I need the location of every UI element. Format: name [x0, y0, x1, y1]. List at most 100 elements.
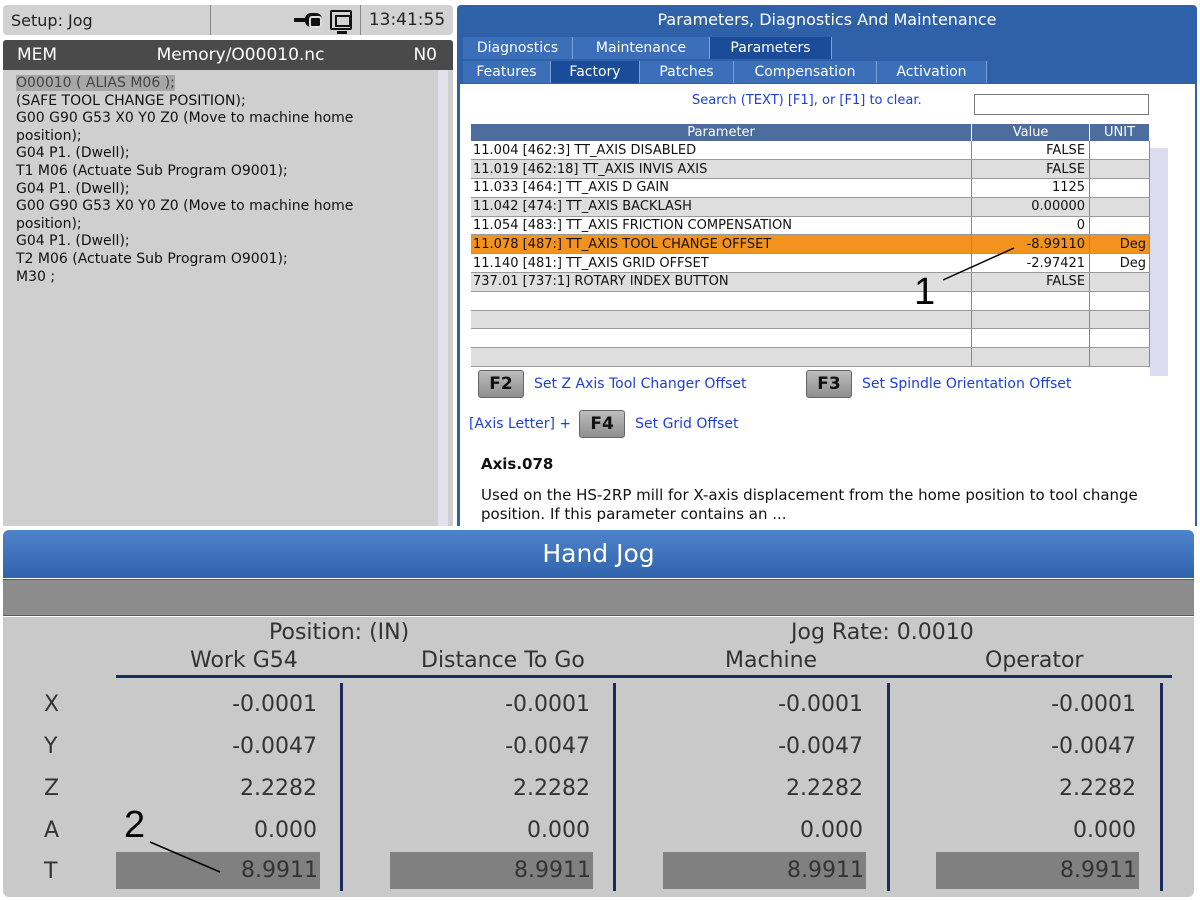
- program-line[interactable]: G04 P1. (Dwell);: [16, 181, 426, 199]
- program-line[interactable]: M30 ;: [16, 269, 426, 287]
- table-row[interactable]: 11.140 [481:] TT_AXIS GRID OFFSET -2.9742…: [471, 253, 1150, 274]
- y-operator: -0.0047: [1051, 734, 1136, 759]
- f3-button[interactable]: F3: [806, 370, 852, 398]
- a-machine: 0.000: [800, 818, 863, 843]
- program-line[interactable]: (SAFE TOOL CHANGE POSITION);: [16, 93, 426, 111]
- parameter-content: Search (TEXT) [F1], or [F1] to clear. Pa…: [460, 84, 1195, 526]
- table-row[interactable]: 737.01 [737:1] ROTARY INDEX BUTTON FALSE: [471, 272, 1150, 292]
- column-header-parameter: Parameter: [471, 124, 973, 141]
- f4-button[interactable]: F4: [579, 410, 626, 438]
- program-line[interactable]: G04 P1. (Dwell);: [16, 233, 426, 251]
- parameters-panel: Parameters, Diagnostics And Maintenance …: [457, 5, 1197, 526]
- a-operator: 0.000: [1073, 818, 1136, 843]
- param-unit: [1089, 197, 1150, 217]
- table-scrollbar[interactable]: [1150, 148, 1168, 376]
- param-name: [471, 291, 973, 311]
- tab-features[interactable]: Features: [463, 61, 551, 83]
- a-distance: 0.000: [527, 818, 590, 843]
- param-unit: [1089, 328, 1150, 349]
- z-operator: 2.2282: [1059, 776, 1136, 801]
- table-row-empty[interactable]: [471, 291, 1150, 311]
- tab-patches[interactable]: Patches: [640, 61, 734, 83]
- callout-2: 2: [124, 804, 146, 846]
- y-work: -0.0047: [232, 734, 317, 759]
- param-unit: [1089, 178, 1150, 198]
- program-scrollbar[interactable]: [438, 70, 448, 526]
- a-work: 0.000: [254, 818, 317, 843]
- hand-jog-bar: [3, 579, 1194, 616]
- program-line[interactable]: position);: [16, 216, 426, 234]
- param-unit: [1089, 272, 1150, 292]
- tab-diagnostics[interactable]: Diagnostics: [463, 37, 573, 59]
- f4-prefix: [Axis Letter] +: [469, 416, 572, 432]
- sub-tabs: Features Factory Patches Compensation Ac…: [463, 61, 987, 83]
- program-editor[interactable]: O00010 ( ALIAS M06 ); (SAFE TOOL CHANGE …: [3, 70, 453, 526]
- program-line[interactable]: G00 G90 G53 X0 Y0 Z0 (Move to machine ho…: [16, 198, 426, 216]
- program-line[interactable]: G00 G90 G53 X0 Y0 Z0 (Move to machine ho…: [16, 110, 426, 128]
- description-title: Axis.078: [481, 455, 554, 473]
- param-unit: Deg: [1089, 234, 1150, 255]
- program-line[interactable]: T2 M06 (Actuate Sub Program O9001);: [16, 251, 426, 269]
- tab-parameters[interactable]: Parameters: [710, 37, 832, 59]
- program-mode: MEM: [17, 45, 58, 65]
- param-value: [971, 328, 1091, 349]
- param-name: 11.004 [462:3] TT_AXIS DISABLED: [471, 141, 973, 161]
- table-row[interactable]: 11.054 [483:] TT_AXIS FRICTION COMPENSAT…: [471, 216, 1150, 236]
- table-row-empty[interactable]: [471, 347, 1150, 368]
- parameter-table: Parameter Value UNIT 11.004 [462:3] TT_A…: [471, 124, 1150, 368]
- program-line-current[interactable]: O00010 ( ALIAS M06 );: [16, 75, 175, 91]
- tab-compensation[interactable]: Compensation: [734, 61, 877, 83]
- param-name: [471, 310, 973, 330]
- param-value: FALSE: [971, 272, 1091, 292]
- f2-label: Set Z Axis Tool Changer Offset: [534, 376, 747, 392]
- param-value: -8.99110: [971, 234, 1091, 255]
- tab-factory[interactable]: Factory: [551, 61, 640, 83]
- t-machine: 8.9911: [663, 852, 866, 889]
- param-name: [471, 328, 973, 349]
- param-unit: [1089, 159, 1150, 180]
- param-unit: [1089, 347, 1150, 368]
- search-input[interactable]: [974, 94, 1149, 115]
- param-name: 11.042 [474:] TT_AXIS BACKLASH: [471, 197, 973, 217]
- program-line[interactable]: O00010 ( ALIAS M06 );: [16, 75, 426, 93]
- f3-label: Set Spindle Orientation Offset: [862, 376, 1072, 392]
- t-operator: 8.9911: [936, 852, 1139, 889]
- y-distance: -0.0047: [505, 734, 590, 759]
- control-screen: Setup: Jog 13:41:55 MEM Memory/O00010.nc…: [0, 0, 1200, 900]
- x-machine: -0.0001: [778, 692, 863, 717]
- axis-label-y: Y: [44, 734, 58, 759]
- tab-activation[interactable]: Activation: [877, 61, 987, 83]
- table-row-empty[interactable]: [471, 310, 1150, 330]
- program-line[interactable]: position);: [16, 128, 426, 146]
- column-header-operator: Operator: [985, 648, 1084, 673]
- table-row[interactable]: 11.004 [462:3] TT_AXIS DISABLED FALSE: [471, 141, 1150, 161]
- table-row-empty[interactable]: [471, 328, 1150, 349]
- program-line[interactable]: G04 P1. (Dwell);: [16, 145, 426, 163]
- param-unit: [1089, 310, 1150, 330]
- status-icons: [211, 5, 361, 35]
- table-row[interactable]: 11.033 [464:] TT_AXIS D GAIN 1125: [471, 178, 1150, 198]
- param-value: FALSE: [971, 141, 1091, 161]
- table-row[interactable]: 11.019 [462:18] TT_AXIS INVIS AXIS FALSE: [471, 159, 1150, 180]
- network-icon: [330, 10, 352, 34]
- column-divider: [1160, 683, 1163, 891]
- param-name: 11.078 [487:] TT_AXIS TOOL CHANGE OFFSET: [471, 234, 973, 255]
- z-work: 2.2282: [240, 776, 317, 801]
- table-row-selected[interactable]: 11.078 [487:] TT_AXIS TOOL CHANGE OFFSET…: [471, 234, 1150, 255]
- f3-action: F3 Set Spindle Orientation Offset: [806, 370, 1071, 398]
- f2-button[interactable]: F2: [478, 370, 524, 398]
- param-unit: [1089, 291, 1150, 311]
- column-header-unit: UNIT: [1089, 124, 1150, 141]
- param-value: 0.00000: [971, 197, 1091, 217]
- tab-maintenance[interactable]: Maintenance: [573, 37, 710, 59]
- table-row[interactable]: 11.042 [474:] TT_AXIS BACKLASH 0.00000: [471, 197, 1150, 217]
- axis-label-z: Z: [44, 776, 60, 801]
- param-name: 11.140 [481:] TT_AXIS GRID OFFSET: [471, 253, 973, 274]
- z-machine: 2.2282: [786, 776, 863, 801]
- program-line[interactable]: T1 M06 (Actuate Sub Program O9001);: [16, 163, 426, 181]
- param-name: 11.019 [462:18] TT_AXIS INVIS AXIS: [471, 159, 973, 180]
- param-value: 1125: [971, 178, 1091, 198]
- column-header-work: Work G54: [190, 648, 298, 673]
- param-value: FALSE: [971, 159, 1091, 180]
- f4-action: [Axis Letter] + F4 Set Grid Offset: [469, 410, 738, 438]
